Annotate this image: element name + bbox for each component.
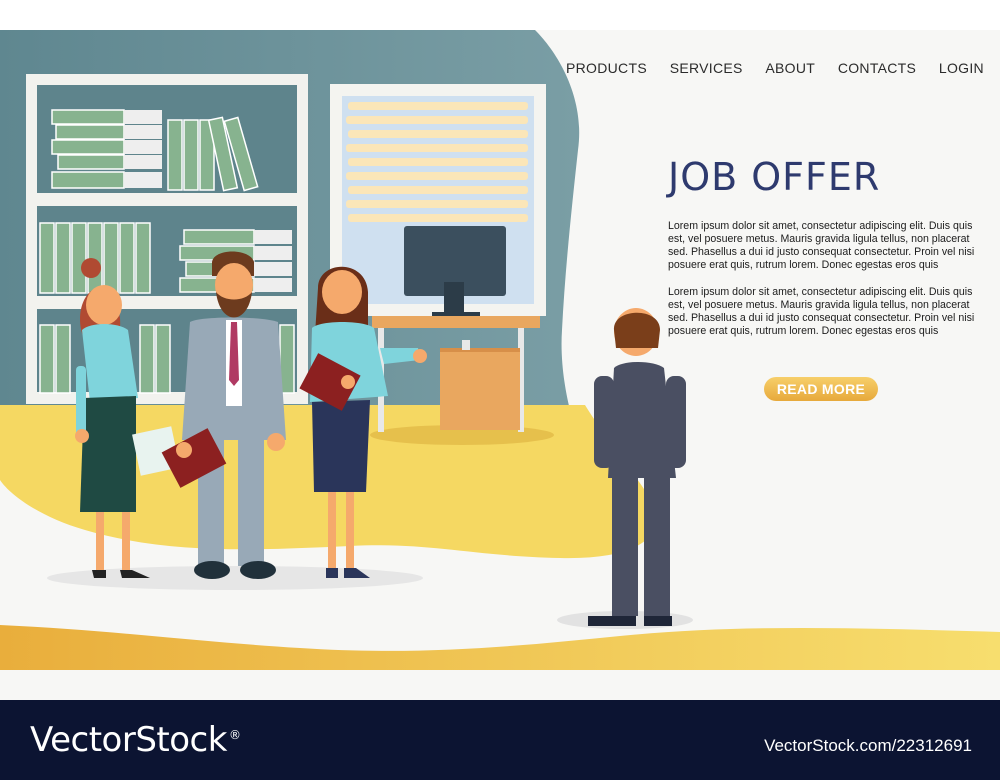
landing-page: PRODUCTS SERVICES ABOUT CONTACTS LOGIN J… xyxy=(0,0,1000,780)
nav-contacts[interactable]: CONTACTS xyxy=(832,58,922,78)
nav-products[interactable]: PRODUCTS xyxy=(560,58,653,78)
footer-image-id: VectorStock.com/22312691 xyxy=(764,736,972,755)
footer-brand: VectorStock ® xyxy=(30,720,241,760)
main-nav: PRODUCTS SERVICES ABOUT CONTACTS LOGIN xyxy=(560,58,990,78)
registered-mark: ® xyxy=(228,727,241,742)
nav-login[interactable]: LOGIN xyxy=(933,58,990,78)
read-more-button[interactable]: READ MORE xyxy=(764,377,878,401)
bottom-wave xyxy=(0,625,1000,670)
hero-title: JOB OFFER xyxy=(668,155,881,199)
hero-canvas xyxy=(0,30,1000,700)
watermark-footer: VectorStock ® VectorStock.com/22312691 xyxy=(0,700,1000,780)
nav-about[interactable]: ABOUT xyxy=(759,58,821,78)
nav-services[interactable]: SERVICES xyxy=(664,58,749,78)
hero-paragraph-2: Lorem ipsum dolor sit amet, consectetur … xyxy=(668,286,975,337)
footer-brand-name: VectorStock xyxy=(30,720,227,760)
office-illustration xyxy=(0,30,1000,670)
hero-paragraph-1: Lorem ipsum dolor sit amet, consectetur … xyxy=(668,220,975,271)
